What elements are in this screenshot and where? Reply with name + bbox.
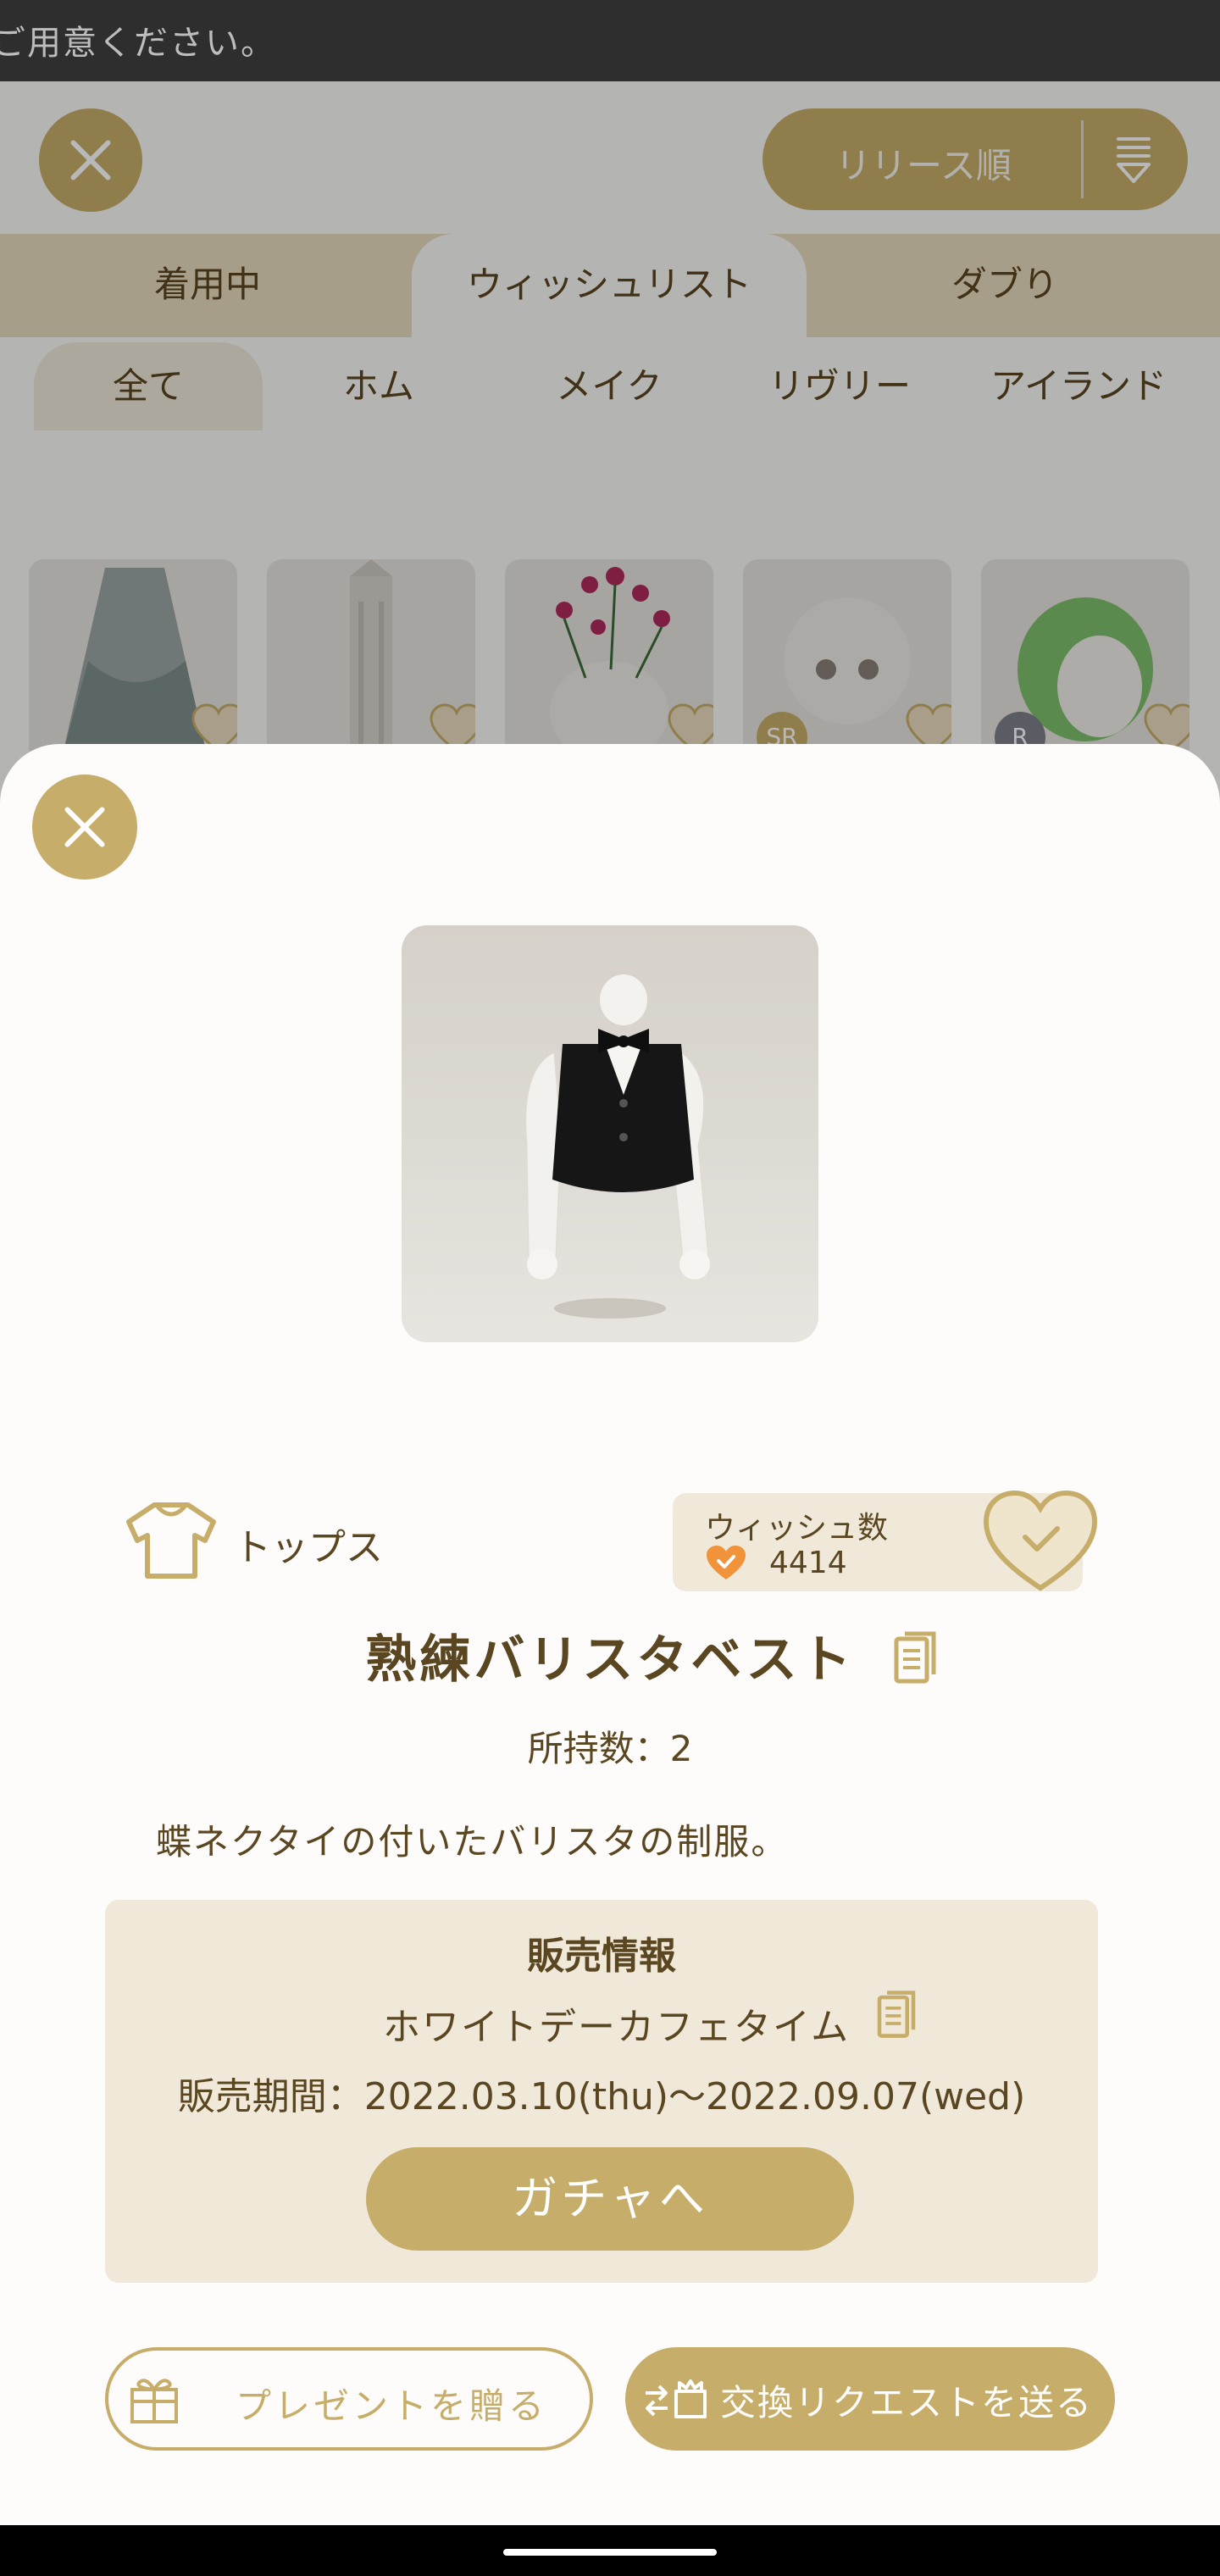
category-label: トップス <box>234 1526 383 1569</box>
home-indicator[interactable] <box>503 2549 717 2556</box>
tops-icon <box>126 1502 216 1579</box>
sales-info-title: 販売情報 <box>527 1935 676 1978</box>
wish-heart-icon <box>707 1546 746 1579</box>
close-sheet-button[interactable] <box>32 774 137 880</box>
wish-count: 4414 <box>769 1546 847 1580</box>
gift-icon <box>130 2379 178 2423</box>
send-present-label: プレゼントを贈る <box>236 2385 548 2427</box>
sales-info-panel: 販売情報 ホワイトデーカフェタイム 販売期間：2022.03.10(thu)〜2… <box>105 1900 1098 2283</box>
sales-period: 販売期間：2022.03.10(thu)〜2022.09.07(wed) <box>177 2075 1026 2118</box>
barista-vest-illustration <box>525 974 710 1319</box>
status-text: ご用意ください。 <box>0 24 276 63</box>
sales-event-name[interactable]: ホワイトデーカフェタイム <box>383 1996 850 2051</box>
item-description: 蝶ネクタイの付いたバリスタの制服。 <box>156 1821 789 1863</box>
send-present-button[interactable]: プレゼントを贈る <box>105 2347 593 2451</box>
event-document-icon[interactable] <box>876 1990 917 2040</box>
owned-count: 所持数：2 <box>527 1728 693 1769</box>
wish-count-label: ウィッシュ数 <box>705 1511 889 1546</box>
go-to-gacha-button[interactable]: ガチャへ <box>366 2147 854 2251</box>
item-image <box>402 925 818 1342</box>
status-banner: ご用意ください。 <box>0 0 1220 81</box>
exchange-icon <box>646 2379 707 2418</box>
exchange-request-button[interactable]: 交換リクエストを送る <box>625 2347 1115 2451</box>
item-name: 熟練バリスタベスト <box>365 1630 855 1690</box>
wishlist-toggle-heart-icon[interactable] <box>981 1488 1100 1593</box>
exchange-request-label: 交換リクエストを送る <box>720 2382 1094 2423</box>
item-document-icon[interactable] <box>893 1630 937 1686</box>
